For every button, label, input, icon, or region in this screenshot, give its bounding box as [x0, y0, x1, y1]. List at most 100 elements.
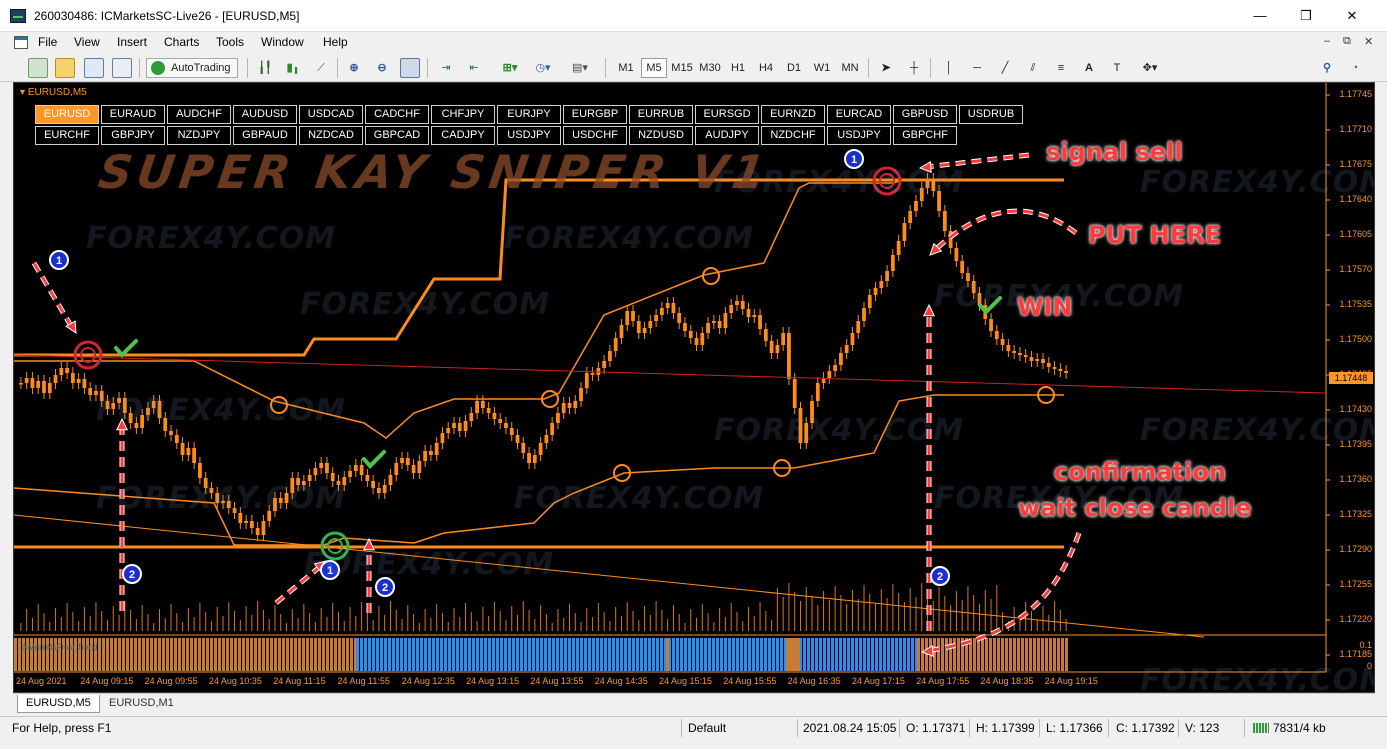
symbol-button-usdcad[interactable]: USDCAD — [299, 105, 363, 124]
zoom-in-icon[interactable]: ⊕ — [344, 58, 364, 78]
symbol-button-gbpaud[interactable]: GBPAUD — [233, 126, 297, 145]
minimize-button[interactable]: — — [1237, 0, 1283, 32]
autoscroll-icon[interactable]: ⇥ — [436, 58, 456, 78]
indicators-icon[interactable]: ⊞▾ — [500, 58, 520, 78]
chart-window[interactable]: 121212 FOREX4Y.COM FOREX4Y.COM FOREX4Y.C… — [13, 82, 1375, 693]
candle-body — [556, 413, 560, 423]
menu-tools[interactable]: Tools — [216, 35, 244, 49]
candlestick-icon[interactable]: ▮╻ — [283, 58, 303, 78]
menu-charts[interactable]: Charts — [164, 35, 199, 49]
symbol-button-gbpjpy[interactable]: GBPJPY — [101, 126, 165, 145]
trend-histogram-bar — [380, 638, 383, 671]
candle-body — [30, 378, 35, 388]
symbol-button-eursgd[interactable]: EURSGD — [695, 105, 759, 124]
fibonacci-icon[interactable]: ≡ — [1051, 58, 1071, 78]
chart-window-icon[interactable] — [14, 36, 28, 49]
market-watch-icon[interactable] — [84, 58, 104, 78]
symbol-button-eurusd[interactable]: EURUSD — [35, 105, 99, 124]
symbol-button-eurrub[interactable]: EURRUB — [629, 105, 693, 124]
maximize-button[interactable]: ❐ — [1283, 0, 1329, 32]
bar-chart-icon[interactable]: ╽╿ — [255, 58, 275, 78]
trend-histogram-bar — [993, 638, 996, 671]
mdi-restore-button[interactable]: ⧉ — [1343, 35, 1351, 48]
new-chart-icon[interactable] — [28, 58, 48, 78]
tab-eurusd-m5[interactable]: EURUSD,M5 — [17, 695, 100, 713]
equidistant-channel-icon[interactable]: ⫽ — [1023, 58, 1043, 78]
symbol-button-usdjpy[interactable]: USDJPY — [827, 126, 891, 145]
symbol-button-audusd[interactable]: AUDUSD — [233, 105, 297, 124]
horizontal-line-icon[interactable]: ─ — [967, 58, 987, 78]
autotrading-button[interactable]: AutoTrading — [146, 58, 238, 78]
trend-histogram-bar — [564, 638, 567, 671]
tf-m15[interactable]: M15 — [669, 58, 695, 78]
symbol-button-gbpcad[interactable]: GBPCAD — [365, 126, 429, 145]
menu-file[interactable]: File — [38, 35, 57, 49]
tf-h1[interactable]: H1 — [725, 58, 751, 78]
tf-h4[interactable]: H4 — [753, 58, 779, 78]
text-label-icon[interactable]: T — [1107, 58, 1127, 78]
candle-body — [377, 488, 381, 493]
search-icon[interactable]: ⚲ — [1317, 58, 1337, 78]
tf-d1[interactable]: D1 — [781, 58, 807, 78]
menu-help[interactable]: Help — [323, 35, 348, 49]
vertical-line-icon[interactable]: │ — [939, 58, 959, 78]
symbol-button-eurcad[interactable]: EURCAD — [827, 105, 891, 124]
mdi-close-button[interactable]: ✕ — [1364, 35, 1373, 48]
symbol-button-audjpy[interactable]: AUDJPY — [695, 126, 759, 145]
tf-w1[interactable]: W1 — [809, 58, 835, 78]
tab-eurusd-m1[interactable]: EURUSD,M1 — [101, 695, 182, 713]
trend-histogram-bar — [632, 638, 635, 671]
menu-view[interactable]: View — [74, 35, 100, 49]
symbol-button-nzdchf[interactable]: NZDCHF — [761, 126, 825, 145]
menu-insert[interactable]: Insert — [117, 35, 147, 49]
symbol-button-eurgbp[interactable]: EURGBP — [563, 105, 627, 124]
templates-icon[interactable]: ▤▾ — [570, 58, 590, 78]
line-chart-icon[interactable]: ⟋ — [311, 58, 331, 78]
symbol-button-usdchf[interactable]: USDCHF — [563, 126, 627, 145]
tf-m1[interactable]: M1 — [613, 58, 639, 78]
symbol-button-gbpusd[interactable]: GBPUSD — [893, 105, 957, 124]
symbol-button-chfjpy[interactable]: CHFJPY — [431, 105, 495, 124]
menu-window[interactable]: Window — [261, 35, 304, 49]
symbol-button-cadjpy[interactable]: CADJPY — [431, 126, 495, 145]
symbol-button-nzdcad[interactable]: NZDCAD — [299, 126, 363, 145]
symbol-button-eurnzd[interactable]: EURNZD — [761, 105, 825, 124]
trend-histogram-bar — [612, 638, 615, 671]
zoom-out-icon[interactable]: ⊖ — [372, 58, 392, 78]
close-button[interactable]: ✕ — [1329, 0, 1375, 32]
text-tool-icon[interactable]: A — [1079, 58, 1099, 78]
symbol-button-nzdjpy[interactable]: NZDJPY — [167, 126, 231, 145]
candle-body — [47, 383, 52, 393]
symbol-button-eurchf[interactable]: EURCHF — [35, 126, 99, 145]
navigator-icon[interactable] — [112, 58, 132, 78]
candle-body — [325, 463, 329, 473]
price-tick-label: 1.17185 — [1339, 649, 1372, 659]
symbol-button-usdjpy[interactable]: USDJPY — [497, 126, 561, 145]
arrows-icon[interactable]: ✥▾ — [1140, 58, 1160, 78]
symbol-button-nzdusd[interactable]: NZDUSD — [629, 126, 693, 145]
chart-shift-icon[interactable]: ⇤ — [464, 58, 484, 78]
crosshair-icon[interactable]: ┼ — [904, 58, 924, 78]
candle-body — [203, 478, 208, 488]
symbol-button-usdrub[interactable]: USDRUB — [959, 105, 1023, 124]
symbol-button-cadchf[interactable]: CADCHF — [365, 105, 429, 124]
profiles-icon[interactable] — [55, 58, 75, 78]
tf-m30[interactable]: M30 — [697, 58, 723, 78]
trendline-icon[interactable]: ╱ — [995, 58, 1015, 78]
symbol-button-eurjpy[interactable]: EURJPY — [497, 105, 561, 124]
tile-windows-icon[interactable] — [400, 58, 420, 78]
symbol-button-euraud[interactable]: EURAUD — [101, 105, 165, 124]
symbol-button-audchf[interactable]: AUDCHF — [167, 105, 231, 124]
tf-m5[interactable]: M5 — [641, 58, 667, 78]
tf-mn[interactable]: MN — [837, 58, 863, 78]
cursor-icon[interactable]: ➤ — [876, 58, 896, 78]
notification-bell-icon[interactable]: ◔ — [1345, 58, 1365, 78]
trend-histogram-bar — [756, 638, 759, 671]
mdi-minimize-button[interactable]: ‒ — [1324, 35, 1330, 47]
candle-body — [221, 501, 225, 503]
candle-body — [763, 329, 768, 341]
trend-histogram-bar — [572, 638, 575, 671]
symbol-button-gbpchf[interactable]: GBPCHF — [893, 126, 957, 145]
candle-body — [815, 383, 820, 401]
periods-icon[interactable]: ◷▾ — [533, 58, 553, 78]
